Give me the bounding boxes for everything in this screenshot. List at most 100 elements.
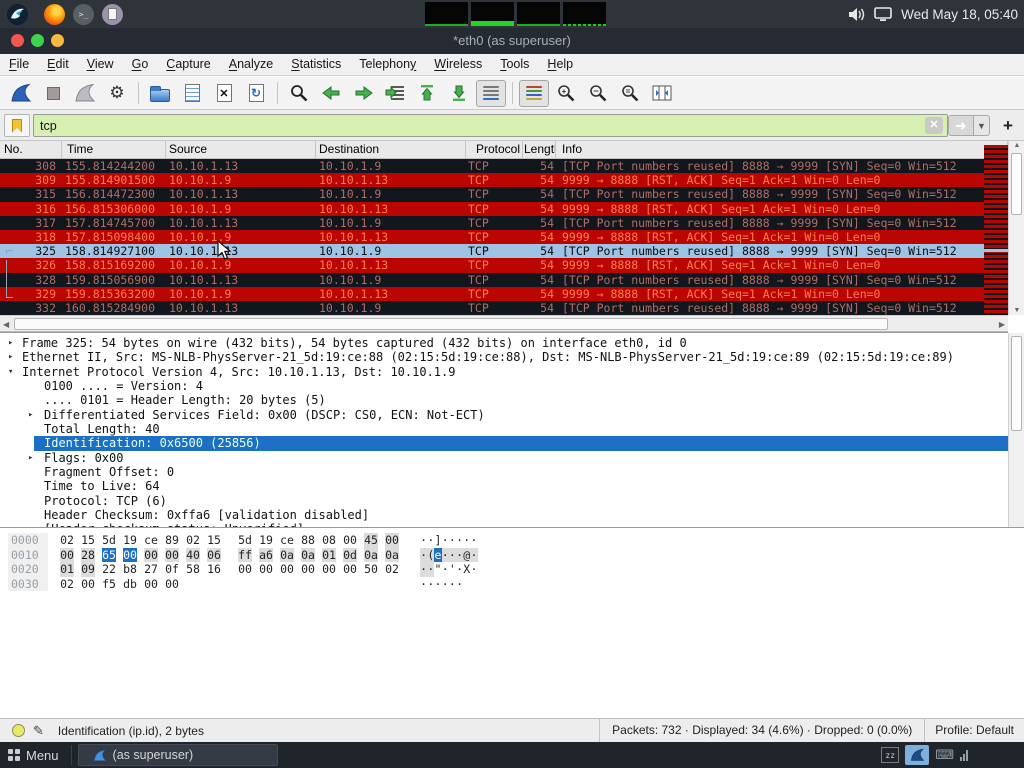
packet-row[interactable]: 326158.81516920010.10.1.910.10.1.13TCP54… xyxy=(0,258,1008,272)
scroll-down-icon[interactable]: ▼ xyxy=(1009,307,1024,314)
collapsed-arrow-icon[interactable]: ▸ xyxy=(28,408,33,422)
keyboard-tray-icon[interactable]: ⌨ xyxy=(935,747,954,763)
go-back-icon[interactable] xyxy=(316,80,346,107)
filter-dropdown-icon[interactable]: ▼ xyxy=(974,115,990,136)
taskbar-menu-button[interactable]: Menu xyxy=(0,742,71,768)
menu-telephony[interactable]: Telephony xyxy=(350,54,425,76)
resize-columns-icon[interactable] xyxy=(647,80,677,107)
packet-list-vscrollbar[interactable]: ▲ ▼ xyxy=(1008,141,1024,315)
menu-tools[interactable]: Tools xyxy=(491,54,538,76)
filter-clear-icon[interactable]: ✕ xyxy=(925,117,943,134)
colorize-packets-icon[interactable] xyxy=(519,80,549,107)
scroll-left-icon[interactable]: ◀ xyxy=(3,318,9,331)
stop-capture-icon[interactable] xyxy=(38,80,68,107)
menu-edit[interactable]: Edit xyxy=(38,54,78,76)
save-file-icon[interactable] xyxy=(177,80,207,107)
scroll-thumb[interactable] xyxy=(14,318,888,330)
column-header-destination[interactable]: Destination xyxy=(316,141,466,159)
start-capture-icon[interactable] xyxy=(6,80,36,107)
detail-line[interactable]: ▸Frame 325: 54 bytes on wire (432 bits),… xyxy=(0,336,1008,350)
hex-row[interactable]: 00300200f5db0000······ xyxy=(0,577,1024,592)
sleep-inhibit-tray-icon[interactable]: zz xyxy=(881,747,899,763)
detail-line[interactable]: Time to Live: 64 xyxy=(0,479,1008,493)
collapsed-arrow-icon[interactable]: ▸ xyxy=(8,350,13,364)
distro-logo-icon[interactable] xyxy=(7,4,28,25)
hex-row[interactable]: 00100028650000004006ffa60a0a010d0a0a·(e·… xyxy=(0,548,1024,563)
hex-row[interactable]: 000002155d19ce8902155d19ce8808004500··]·… xyxy=(0,533,1024,548)
detail-line[interactable]: Identification: 0x6500 (25856) xyxy=(0,436,1008,450)
collapsed-arrow-icon[interactable]: ▸ xyxy=(28,451,33,465)
monitor-graph[interactable] xyxy=(517,2,560,26)
detail-line[interactable]: ▸Ethernet II, Src: MS-NLB-PhysServer-21_… xyxy=(0,350,1008,364)
menu-statistics[interactable]: Statistics xyxy=(282,54,350,76)
scroll-right-icon[interactable]: ▶ xyxy=(999,318,1005,331)
detail-line[interactable]: ▾Internet Protocol Version 4, Src: 10.10… xyxy=(0,365,1008,379)
filter-bookmark-button[interactable] xyxy=(4,114,30,137)
menu-file[interactable]: File xyxy=(0,54,38,76)
packet-row[interactable]: 329159.81536320010.10.1.910.10.1.13TCP54… xyxy=(0,287,1008,301)
menu-go[interactable]: Go xyxy=(123,54,158,76)
packet-row[interactable]: 332160.81528490010.10.1.1310.10.1.9TCP54… xyxy=(0,301,1008,315)
go-first-packet-icon[interactable] xyxy=(412,80,442,107)
column-header-protocol[interactable]: Protocol xyxy=(466,141,523,159)
details-vscrollbar[interactable] xyxy=(1008,333,1024,527)
menu-help[interactable]: Help xyxy=(538,54,582,76)
detail-line[interactable]: .... 0101 = Header Length: 20 bytes (5) xyxy=(0,393,1008,407)
packet-row[interactable]: 328159.81505690010.10.1.1310.10.1.9TCP54… xyxy=(0,273,1008,287)
column-header-source[interactable]: Source xyxy=(166,141,316,159)
auto-scroll-icon[interactable] xyxy=(476,80,506,107)
expanded-arrow-icon[interactable]: ▾ xyxy=(8,365,13,379)
firefox-icon[interactable] xyxy=(44,4,65,25)
packet-row[interactable]: 308155.81424420010.10.1.1310.10.1.9TCP54… xyxy=(0,159,1008,173)
column-header-length[interactable]: Length xyxy=(523,141,556,159)
packet-row[interactable]: 315156.81447230010.10.1.1310.10.1.9TCP54… xyxy=(0,187,1008,201)
monitor-graph[interactable] xyxy=(425,2,468,26)
monitor-graph[interactable] xyxy=(563,2,606,26)
detail-line[interactable]: ▸Flags: 0x00 xyxy=(0,451,1008,465)
profile-text[interactable]: Profile: Default xyxy=(924,719,1024,743)
scroll-up-icon[interactable]: ▲ xyxy=(1009,142,1024,149)
packet-row[interactable]: 317157.81474570010.10.1.1310.10.1.9TCP54… xyxy=(0,216,1008,230)
find-packet-icon[interactable] xyxy=(284,80,314,107)
scroll-thumb[interactable] xyxy=(1011,153,1022,215)
panel-clock[interactable]: Wed May 18, 05:40 xyxy=(901,7,1018,22)
close-file-icon[interactable]: ✕ xyxy=(209,80,239,107)
wireshark-tray-icon[interactable] xyxy=(905,745,929,765)
packet-row[interactable]: 318157.81509840010.10.1.910.10.1.13TCP54… xyxy=(0,230,1008,244)
column-header-info[interactable]: Info xyxy=(556,141,1008,159)
intelligent-scrollbar-minimap[interactable] xyxy=(984,145,1008,315)
taskbar-window-button[interactable]: (as superuser) xyxy=(78,744,278,766)
detail-line[interactable]: Header Checksum: 0xffa6 [validation disa… xyxy=(0,508,1008,522)
open-file-icon[interactable] xyxy=(145,80,175,107)
packet-row[interactable]: 309155.81490150010.10.1.910.10.1.13TCP54… xyxy=(0,173,1008,187)
files-icon[interactable] xyxy=(102,4,123,25)
menu-analyze[interactable]: Analyze xyxy=(220,54,282,76)
go-last-packet-icon[interactable] xyxy=(444,80,474,107)
display-icon[interactable] xyxy=(874,7,892,22)
go-forward-icon[interactable] xyxy=(348,80,378,107)
collapsed-arrow-icon[interactable]: ▸ xyxy=(8,336,13,350)
network-tray-icon[interactable] xyxy=(960,750,968,761)
restart-capture-icon[interactable] xyxy=(70,80,100,107)
display-filter-input[interactable] xyxy=(33,114,948,137)
menu-wireless[interactable]: Wireless xyxy=(425,54,491,76)
detail-line[interactable]: 0100 .... = Version: 4 xyxy=(0,379,1008,393)
detail-line[interactable]: Total Length: 40 xyxy=(0,422,1008,436)
zoom-out-icon[interactable]: − xyxy=(583,80,613,107)
zoom-in-icon[interactable]: + xyxy=(551,80,581,107)
capture-comment-icon[interactable]: ✎ xyxy=(33,723,44,739)
reload-file-icon[interactable]: ↻ xyxy=(241,80,271,107)
scroll-thumb[interactable] xyxy=(1011,336,1022,431)
detail-line[interactable]: ▸Differentiated Services Field: 0x00 (DS… xyxy=(0,408,1008,422)
zoom-original-icon[interactable]: = xyxy=(615,80,645,107)
hex-row[interactable]: 0020010922b8270f58160000000000005002··"·… xyxy=(0,562,1024,577)
detail-line[interactable]: Fragment Offset: 0 xyxy=(0,465,1008,479)
packet-row[interactable]: 316156.81530600010.10.1.910.10.1.13TCP54… xyxy=(0,202,1008,216)
menu-view[interactable]: View xyxy=(78,54,123,76)
filter-add-button[interactable]: + xyxy=(998,114,1018,137)
column-header-no[interactable]: No. xyxy=(0,141,62,159)
menu-capture[interactable]: Capture xyxy=(157,54,219,76)
volume-icon[interactable] xyxy=(848,7,865,22)
go-to-packet-icon[interactable] xyxy=(380,80,410,107)
system-monitor-graphs[interactable] xyxy=(425,2,606,26)
